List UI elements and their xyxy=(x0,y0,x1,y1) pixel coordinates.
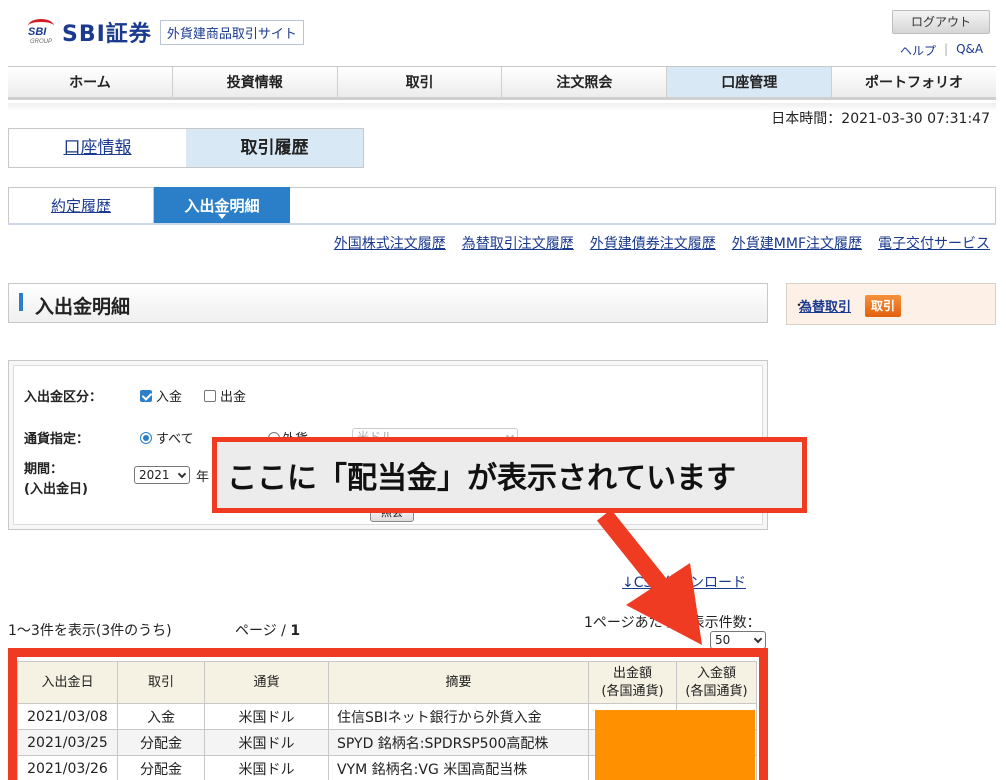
fx-trade-link[interactable]: 為替取引 xyxy=(799,296,851,315)
withdraw-label: 出金 xyxy=(220,390,247,405)
annotation-arrow-icon xyxy=(596,509,702,645)
cell-type: 入金 xyxy=(117,703,205,730)
site-tag: 外貨建商品取引サイト xyxy=(159,19,304,45)
nav-trade[interactable]: 取引 xyxy=(338,67,503,97)
deposit-checkbox[interactable] xyxy=(140,390,152,402)
help-link[interactable]: ヘルプ xyxy=(900,42,936,59)
cell-currency: 米国ドル xyxy=(204,755,329,780)
tab-contract-history[interactable]: 約定履歴 xyxy=(8,187,154,223)
withdraw-checkbox[interactable] xyxy=(204,390,216,402)
japan-time: 日本時間：2021-03-30 07:31:47 xyxy=(771,111,990,127)
type-label: 入出金区分： xyxy=(24,390,103,405)
global-nav: ホーム 投資情報 取引 注文照会 口座管理 ポートフォリオ xyxy=(8,66,996,100)
fx-side-box: ・ 為替取引 取引 xyxy=(786,283,996,325)
cell-date: 2021/03/26 xyxy=(17,755,118,780)
account-subtabs: 口座情報 取引履歴 xyxy=(8,128,364,168)
link-foreign-bond-orders[interactable]: 外貨建債券注文履歴 xyxy=(590,233,716,253)
page-indicator: ページ / 1 xyxy=(235,620,300,640)
logout-button[interactable]: ログアウト xyxy=(892,10,990,34)
year-select-value: 2021 xyxy=(139,468,170,482)
period-sublabel: (入出金日) xyxy=(24,482,88,497)
tab-account-info[interactable]: 口座情報 xyxy=(9,129,186,167)
heading-accent-bar xyxy=(19,293,23,311)
nav-portfolio[interactable]: ポートフォリオ xyxy=(832,67,996,97)
cell-date: 2021/03/25 xyxy=(17,729,118,756)
currency-label: 通貨指定： xyxy=(24,432,90,447)
tab-bar-filler xyxy=(290,187,996,223)
result-count: 1〜3件を表示(3件のうち) xyxy=(8,623,172,639)
annotation-callout: ここに「配当金」が表示されています xyxy=(212,437,807,513)
col-currency: 通貨 xyxy=(204,661,329,704)
cell-currency: 米国ドル xyxy=(204,703,329,730)
history-tabs: 約定履歴 入出金明細 xyxy=(8,187,996,225)
caret-down-icon xyxy=(218,214,226,219)
callout-text: ここに「配当金」が表示されています xyxy=(227,461,737,496)
tab-cash-flow[interactable]: 入出金明細 xyxy=(154,187,290,223)
col-summary: 摘要 xyxy=(328,661,589,704)
currency-all-radio[interactable] xyxy=(140,432,152,444)
cell-summary: SPYD 銘柄名:SPDRSP500高配株 xyxy=(328,729,589,756)
table-header-row: 入出金日 取引 通貨 摘要 出金額 (各国通貨) 入金額 (各国通貨) xyxy=(17,661,757,704)
cell-currency: 米国ドル xyxy=(204,729,329,756)
sbi-logo-icon: SBI GROUP xyxy=(26,17,56,47)
link-foreign-stock-orders[interactable]: 外国株式注文履歴 xyxy=(334,233,446,253)
link-fx-orders[interactable]: 為替取引注文履歴 xyxy=(462,233,574,253)
chevron-down-icon xyxy=(177,469,187,479)
cash-flow-table-highlight: 入出金日 取引 通貨 摘要 出金額 (各国通貨) 入金額 (各国通貨) 2021… xyxy=(8,648,768,780)
cell-summary: 住信SBIネット銀行から外貨入金 xyxy=(328,703,589,730)
period-label: 期間： xyxy=(24,462,64,477)
page-number: 1 xyxy=(290,623,301,639)
cell-type: 分配金 xyxy=(117,729,205,756)
year-select[interactable]: 2021 xyxy=(134,466,190,484)
fx-trade-button[interactable]: 取引 xyxy=(865,295,901,317)
year-unit: 年 xyxy=(196,470,210,485)
nav-account-management[interactable]: 口座管理 xyxy=(667,67,833,97)
currency-all-label: すべて xyxy=(156,432,194,447)
link-mmf-orders[interactable]: 外貨建MMF注文履歴 xyxy=(732,233,862,253)
col-withdrawal: 出金額 (各国通貨) xyxy=(588,661,677,704)
col-date: 入出金日 xyxy=(17,661,118,704)
deposit-label: 入金 xyxy=(156,390,183,405)
link-e-delivery[interactable]: 電子交付サービス xyxy=(878,233,990,253)
chevron-down-icon xyxy=(753,634,763,644)
cell-summary: VYM 銘柄名:VG 米国高配当株 xyxy=(328,755,589,780)
tab-trade-history[interactable]: 取引履歴 xyxy=(186,129,363,167)
nav-investment-info[interactable]: 投資情報 xyxy=(173,67,338,97)
amount-redaction-block xyxy=(595,710,755,780)
history-links: 外国株式注文履歴 為替取引注文履歴 外貨建債券注文履歴 外貨建MMF注文履歴 電… xyxy=(334,233,990,253)
page-title: 入出金明細 xyxy=(35,296,131,318)
brand-name: SBI証券 xyxy=(62,22,152,47)
section-heading: 入出金明細 xyxy=(8,283,768,323)
page-prefix: ページ / xyxy=(235,623,291,639)
nav-home[interactable]: ホーム xyxy=(8,67,173,97)
col-type: 取引 xyxy=(117,661,205,704)
qa-link[interactable]: Q&A xyxy=(956,42,983,59)
tab-cash-flow-label: 入出金明細 xyxy=(184,197,260,215)
brand-logo[interactable]: SBI GROUP SBI証券 外貨建商品取引サイト xyxy=(26,16,304,48)
col-deposit: 入金額 (各国通貨) xyxy=(676,661,757,704)
help-links: ヘルプ | Q&A xyxy=(900,42,983,59)
nav-order-inquiry[interactable]: 注文照会 xyxy=(502,67,668,97)
cell-date: 2021/03/08 xyxy=(17,703,118,730)
cell-type: 分配金 xyxy=(117,755,205,780)
separator: | xyxy=(944,42,949,56)
